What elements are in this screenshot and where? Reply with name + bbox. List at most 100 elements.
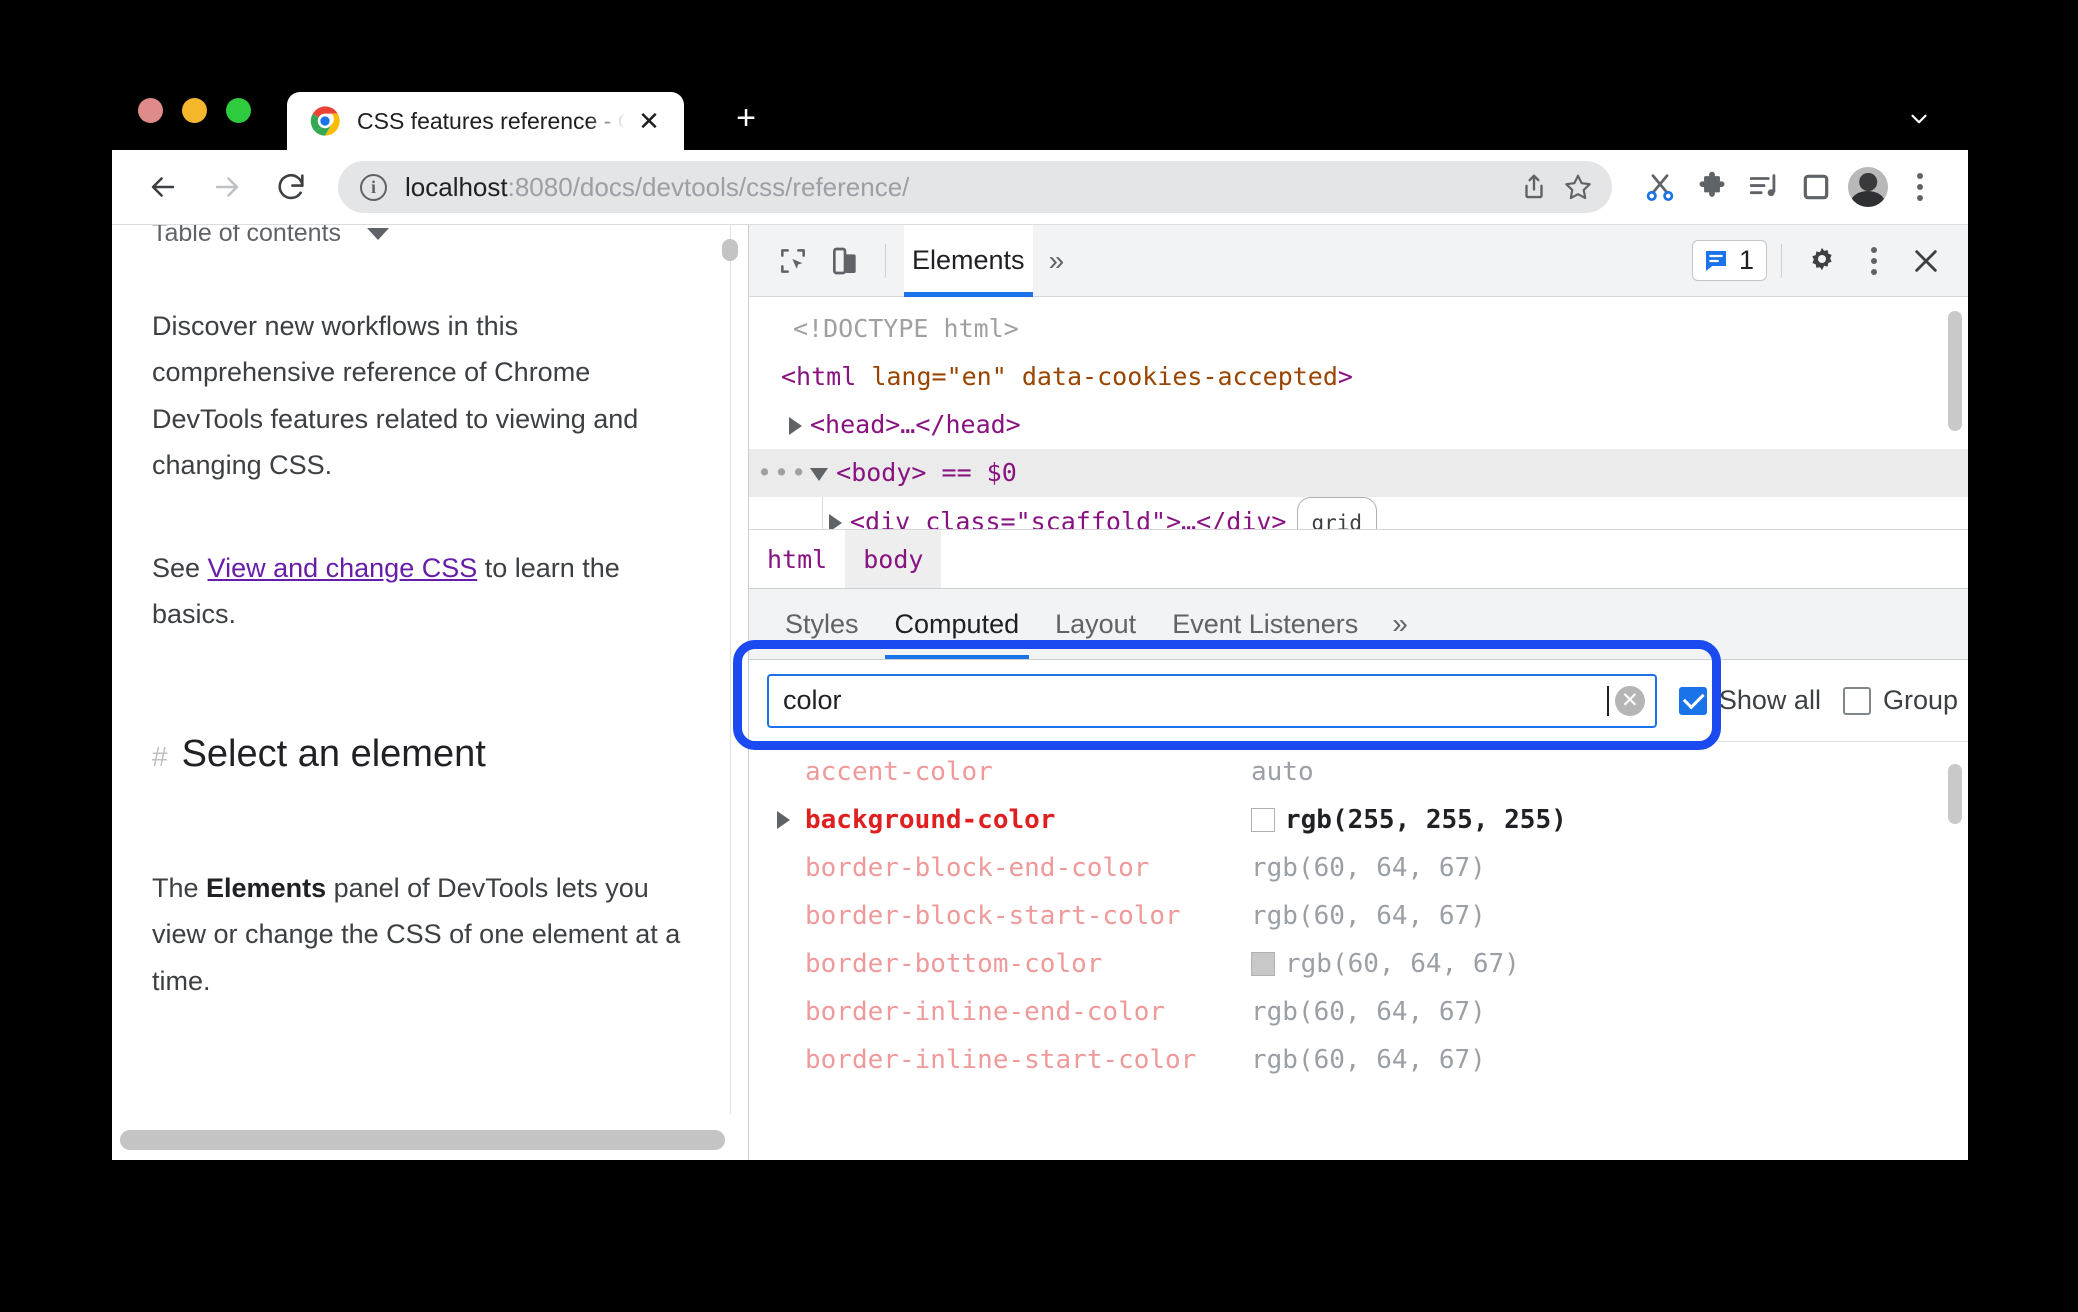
media-playlist-icon[interactable] xyxy=(1738,161,1790,213)
tab-event-listeners[interactable]: Event Listeners xyxy=(1154,589,1376,659)
minimize-window-button[interactable] xyxy=(182,98,207,123)
dom-tree-scroll-thumb[interactable] xyxy=(1948,311,1962,431)
group-checkbox-box[interactable] xyxy=(1842,686,1871,715)
share-icon[interactable] xyxy=(1512,165,1556,209)
computed-scrollbar[interactable] xyxy=(1946,742,1964,1160)
show-all-checkbox-box[interactable] xyxy=(1678,686,1707,715)
tab-layout[interactable]: Layout xyxy=(1037,589,1154,659)
table-row[interactable]: border-block-end-color rgb(60, 64, 67) xyxy=(749,844,1968,892)
breadcrumb-item-html[interactable]: html xyxy=(749,530,845,588)
property-value[interactable]: auto xyxy=(1251,757,1314,787)
table-row[interactable]: border-bottom-color rgb(60, 64, 67) xyxy=(749,940,1968,988)
scissors-icon[interactable] xyxy=(1634,161,1686,213)
property-value[interactable]: rgb(60, 64, 67) xyxy=(1251,949,1520,979)
heading-anchor-icon[interactable]: # xyxy=(152,741,168,773)
property-value[interactable]: rgb(60, 64, 67) xyxy=(1251,901,1486,931)
tab-elements[interactable]: Elements xyxy=(904,224,1033,297)
group-checkbox[interactable]: Group xyxy=(1842,685,1958,716)
node-overflow-dots[interactable]: ••• xyxy=(757,458,808,487)
maximize-window-button[interactable] xyxy=(226,98,251,123)
table-of-contents-toggle[interactable]: Table of contents xyxy=(152,225,390,248)
gear-icon[interactable] xyxy=(1796,235,1848,287)
inspect-element-icon[interactable] xyxy=(767,235,819,287)
devtools-toolbar: Elements » 1 xyxy=(749,224,1968,297)
reload-icon[interactable] xyxy=(266,162,316,212)
property-name[interactable]: accent-color xyxy=(805,757,1251,787)
tab-styles[interactable]: Styles xyxy=(767,589,877,659)
html-tag-open: <html xyxy=(781,362,857,391)
forward-icon[interactable] xyxy=(202,162,252,212)
dom-node-body[interactable]: ••• <body> == $0 xyxy=(749,449,1968,497)
back-icon[interactable] xyxy=(138,162,188,212)
dom-node-head[interactable]: <head>…</head> xyxy=(749,401,1968,449)
show-all-checkbox[interactable]: Show all xyxy=(1678,685,1821,716)
show-all-label: Show all xyxy=(1718,685,1821,715)
devtools-tabs-overflow[interactable]: » xyxy=(1033,246,1081,275)
property-name[interactable]: background-color xyxy=(805,805,1251,835)
issues-button[interactable]: 1 xyxy=(1691,240,1767,281)
close-icon[interactable] xyxy=(1900,235,1952,287)
side-panel-icon[interactable] xyxy=(1790,161,1842,213)
doctype-text: <!DOCTYPE html> xyxy=(793,314,1019,343)
avatar[interactable] xyxy=(1842,161,1894,213)
chevron-down-icon[interactable] xyxy=(1902,102,1936,136)
table-row[interactable]: border-inline-start-color rgb(60, 64, 67… xyxy=(749,1036,1968,1084)
panel-tabs-overflow[interactable]: » xyxy=(1376,608,1424,640)
dom-tree-scrollbar[interactable] xyxy=(1946,307,1964,517)
bookmark-star-icon[interactable] xyxy=(1556,165,1600,209)
collapse-arrow-icon[interactable] xyxy=(810,467,829,481)
color-swatch[interactable] xyxy=(1251,808,1275,832)
property-name[interactable]: border-block-start-color xyxy=(805,901,1251,931)
color-swatch[interactable] xyxy=(1251,952,1275,976)
page-horizontal-scroll-thumb[interactable] xyxy=(120,1130,725,1150)
property-name[interactable]: border-inline-start-color xyxy=(805,1045,1251,1075)
table-row[interactable]: accent-color auto xyxy=(749,748,1968,796)
page-horizontal-scrollbar[interactable] xyxy=(120,1130,730,1150)
computed-filter-bar: color ✕ Show all Group xyxy=(733,640,1968,750)
filter-input-wrapper[interactable]: color ✕ xyxy=(767,673,1657,728)
head-tag: <head>…</head> xyxy=(810,410,1021,439)
property-value[interactable]: rgb(60, 64, 67) xyxy=(1251,853,1486,883)
dom-node-doctype[interactable]: <!DOCTYPE html> xyxy=(749,305,1968,353)
property-value-text: rgb(60, 64, 67) xyxy=(1251,853,1486,883)
property-value[interactable]: rgb(60, 64, 67) xyxy=(1251,997,1486,1027)
property-name[interactable]: border-inline-end-color xyxy=(805,997,1251,1027)
expand-arrow-icon[interactable] xyxy=(829,514,842,529)
page-vertical-scrollbar[interactable] xyxy=(722,225,738,1160)
table-row[interactable]: background-color rgb(255, 255, 255) xyxy=(749,796,1968,844)
property-value[interactable]: rgb(255, 255, 255) xyxy=(1251,805,1567,835)
see-also-paragraph: See View and change CSS to learn the bas… xyxy=(152,545,682,638)
device-toggle-icon[interactable] xyxy=(819,235,871,287)
dom-node-html[interactable]: <html lang="en" data-cookies-accepted> xyxy=(749,353,1968,401)
grid-badge[interactable]: grid xyxy=(1296,497,1378,529)
expand-arrow-icon[interactable] xyxy=(777,811,805,829)
tab-computed[interactable]: Computed xyxy=(877,589,1038,659)
breadcrumb-item-body[interactable]: body xyxy=(845,530,942,588)
dom-tree[interactable]: <!DOCTYPE html> <html lang="en" data-coo… xyxy=(749,297,1968,529)
property-value-text: rgb(60, 64, 67) xyxy=(1285,949,1520,979)
property-value[interactable]: rgb(60, 64, 67) xyxy=(1251,1045,1486,1075)
info-circle-icon[interactable]: i xyxy=(360,173,387,201)
computed-scroll-thumb[interactable] xyxy=(1948,764,1962,824)
browser-tab[interactable]: CSS features reference - Chrom ✕ xyxy=(287,92,684,150)
new-tab-button[interactable]: + xyxy=(724,96,768,140)
close-window-button[interactable] xyxy=(138,98,163,123)
page-vertical-scroll-thumb[interactable] xyxy=(722,239,738,261)
property-name[interactable]: border-bottom-color xyxy=(805,949,1251,979)
extensions-puzzle-icon[interactable] xyxy=(1686,161,1738,213)
close-tab-button[interactable]: ✕ xyxy=(636,108,662,134)
window-controls xyxy=(138,98,251,123)
dom-node-div-scaffold[interactable]: <div class="scaffold">…</div> grid xyxy=(749,497,1968,529)
kebab-menu-icon[interactable] xyxy=(1848,235,1900,287)
expand-arrow-icon[interactable] xyxy=(789,417,802,435)
computed-properties-list[interactable]: accent-color auto background-color rgb(2… xyxy=(749,742,1968,1160)
clear-filter-button[interactable]: ✕ xyxy=(1614,685,1645,716)
table-row[interactable]: border-inline-end-color rgb(60, 64, 67) xyxy=(749,988,1968,1036)
property-value-text: auto xyxy=(1251,757,1314,787)
filter-input[interactable]: color xyxy=(783,685,1609,716)
address-bar[interactable]: i localhost:8080/docs/devtools/css/refer… xyxy=(338,161,1612,213)
kebab-menu-icon[interactable] xyxy=(1894,161,1946,213)
view-and-change-css-link[interactable]: View and change CSS xyxy=(208,553,478,583)
table-row[interactable]: border-block-start-color rgb(60, 64, 67) xyxy=(749,892,1968,940)
property-name[interactable]: border-block-end-color xyxy=(805,853,1251,883)
